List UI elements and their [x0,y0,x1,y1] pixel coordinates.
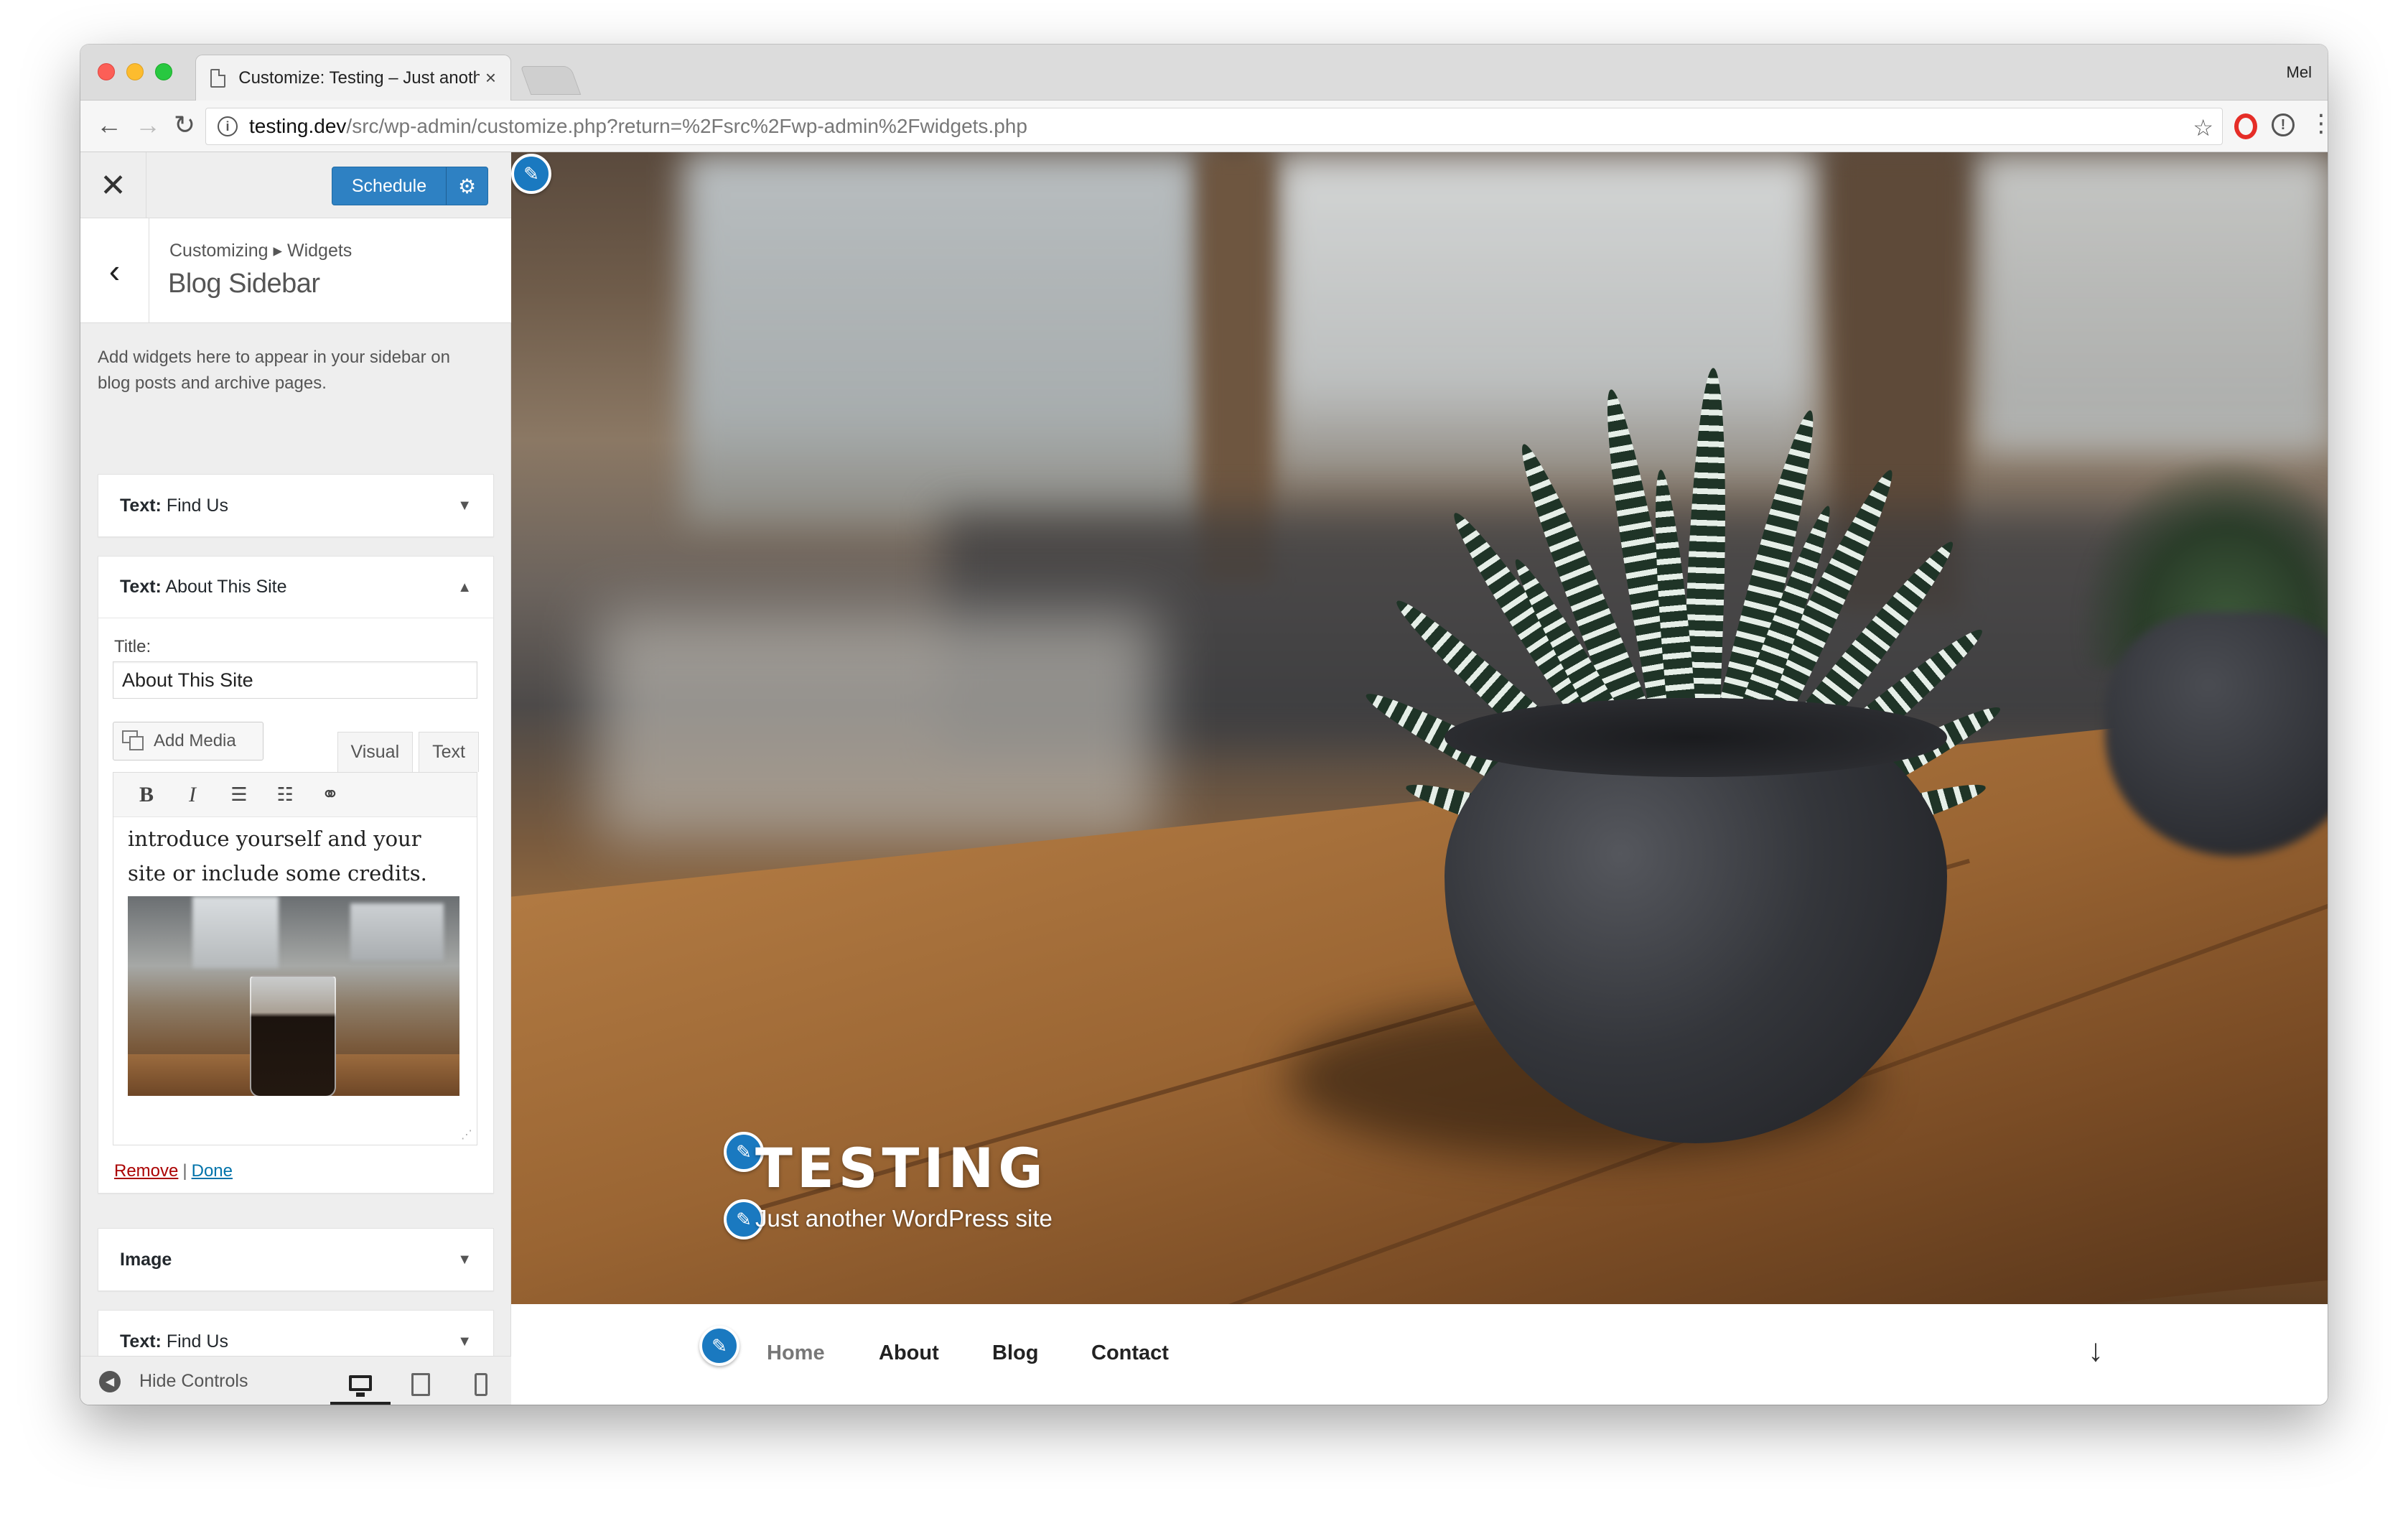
widget-title: Text: Find Us [120,495,228,516]
page-icon [210,68,226,88]
widget-header[interactable]: Image ▼ [98,1229,493,1290]
add-media-label: Add Media [154,731,236,750]
add-media-icon [122,730,146,752]
nav-about[interactable]: About [879,1341,939,1365]
link-icon[interactable]: ⚭ [307,782,353,807]
minimize-window-button[interactable] [126,63,144,80]
widget-header[interactable]: Text: Find Us ▼ [98,475,493,536]
widget-title: Text: About This Site [120,577,287,597]
editor-toolbar: B I ☰ ☷ ⚭ [113,773,477,817]
expand-arrow-icon[interactable]: ▼ [457,1334,472,1350]
tab-strip: Customize: Testing – Just another WordPr… [80,45,2328,101]
edit-menu-pencil-icon[interactable]: ✎ [699,1326,739,1366]
widget-text-about-this-site: Text: About This Site ▲ Title: About Thi… [98,556,494,1194]
extension-info-icon[interactable]: ! [2272,113,2295,136]
widget-title: Text: Find Us [120,1331,228,1352]
collapse-arrow-icon[interactable]: ▲ [457,580,472,596]
editor-content[interactable]: introduce yourself and your site or incl… [113,817,477,890]
numbered-list-icon[interactable]: ☷ [261,783,307,806]
tablet-icon [411,1373,430,1396]
tab-text[interactable]: Text [419,732,479,772]
publish-settings-gear-icon[interactable]: ⚙ [446,167,487,205]
browser-toolbar: ← → ↻ i testing.dev/src/wp-admin/customi… [80,101,2328,152]
section-description: Add widgets here to appear in your sideb… [98,348,450,393]
hide-controls-icon[interactable]: ◀ [99,1371,121,1392]
nav-contact[interactable]: Contact [1091,1341,1169,1365]
remove-link[interactable]: Remove [114,1161,178,1181]
forward-button[interactable]: → [135,111,161,139]
reload-button[interactable]: ↻ [174,111,195,139]
maximize-window-button[interactable] [155,63,172,80]
site-preview: ✎ ✎ ✎ TESTING Just another WordPress sit… [511,152,2328,1405]
italic-button[interactable]: I [169,783,215,807]
browser-window: Customize: Testing – Just another WordPr… [80,45,2328,1405]
profile-name[interactable]: Mel [2287,63,2312,82]
schedule-button-group: Schedule ⚙ [332,167,488,205]
section-header: ‹ Customizing ▸ Widgets Blog Sidebar [80,218,511,323]
url-text: testing.dev/src/wp-admin/customize.php?r… [249,115,1027,137]
tab-title: Customize: Testing – Just another WordPr… [238,68,480,88]
back-button[interactable]: ← [96,111,122,139]
nav-blog[interactable]: Blog [992,1341,1038,1365]
breadcrumb: Customizing ▸ Widgets [169,241,353,261]
new-tab-button[interactable] [520,66,582,95]
desktop-icon [349,1375,372,1397]
browser-menu-icon[interactable]: ⋮ [2309,109,2328,138]
espresso-glass [250,975,336,1096]
customizer-footer: ◀ Hide Controls [80,1356,511,1405]
add-media-button[interactable]: Add Media [113,722,263,760]
widget-title: Image [120,1249,172,1270]
close-customizer-icon[interactable]: ✕ [80,152,146,218]
schedule-button[interactable]: Schedule [332,176,446,197]
site-tagline[interactable]: Just another WordPress site [755,1205,1053,1232]
bold-button[interactable]: B [123,783,169,807]
hide-controls-button[interactable]: Hide Controls [139,1371,248,1392]
edit-header-pencil-icon[interactable]: ✎ [511,154,551,194]
widget-header[interactable]: Text: About This Site ▲ [98,557,493,618]
desktop-preview-button[interactable] [330,1364,391,1405]
title-label: Title: [114,637,151,656]
expand-arrow-icon[interactable]: ▼ [457,1252,472,1268]
rich-text-editor[interactable]: B I ☰ ☷ ⚭ introduce yourself and your si… [113,772,477,1145]
mobile-icon [475,1373,487,1396]
widget-text-find-us[interactable]: Text: Find Us ▼ [98,474,494,537]
opera-extension-icon[interactable] [2234,113,2257,139]
resize-handle-icon[interactable]: ⋰ [461,1127,472,1142]
tab-close-icon[interactable]: × [485,67,496,89]
address-bar[interactable]: i testing.dev/src/wp-admin/customize.php… [205,108,2223,145]
header-image: ✎ ✎ ✎ TESTING Just another WordPress sit… [511,152,2328,1304]
site-info-icon[interactable]: i [218,116,238,136]
expand-arrow-icon[interactable]: ▼ [457,498,472,514]
customizer-header: ✕ Schedule ⚙ [80,152,511,218]
bulleted-list-icon[interactable]: ☰ [215,783,261,806]
done-link[interactable]: Done [192,1161,233,1181]
close-window-button[interactable] [98,63,115,80]
tablet-preview-button[interactable] [391,1364,451,1405]
mobile-preview-button[interactable] [451,1364,511,1405]
bookmark-star-icon[interactable]: ☆ [2193,114,2213,141]
widget-image[interactable]: Image ▼ [98,1228,494,1291]
back-chevron-icon[interactable]: ‹ [80,218,149,323]
editor-tabs: Visual Text [332,732,479,772]
site-navigation: ✎ Home About Blog Contact ↓ [511,1304,2328,1405]
nav-home[interactable]: Home [767,1341,825,1365]
section-title: Blog Sidebar [168,269,320,299]
tab-visual[interactable]: Visual [337,732,414,772]
title-input[interactable]: About This Site [113,661,477,699]
customizer-sidebar: ✕ Schedule ⚙ ‹ Customizing ▸ Widgets Blo… [80,152,511,1405]
scroll-down-arrow-icon[interactable]: ↓ [2088,1333,2104,1369]
browser-tab[interactable]: Customize: Testing – Just another WordPr… [195,55,511,101]
site-title[interactable]: TESTING [755,1136,1047,1200]
widget-actions: Remove | Done [114,1161,233,1181]
inserted-image[interactable] [128,896,459,1096]
